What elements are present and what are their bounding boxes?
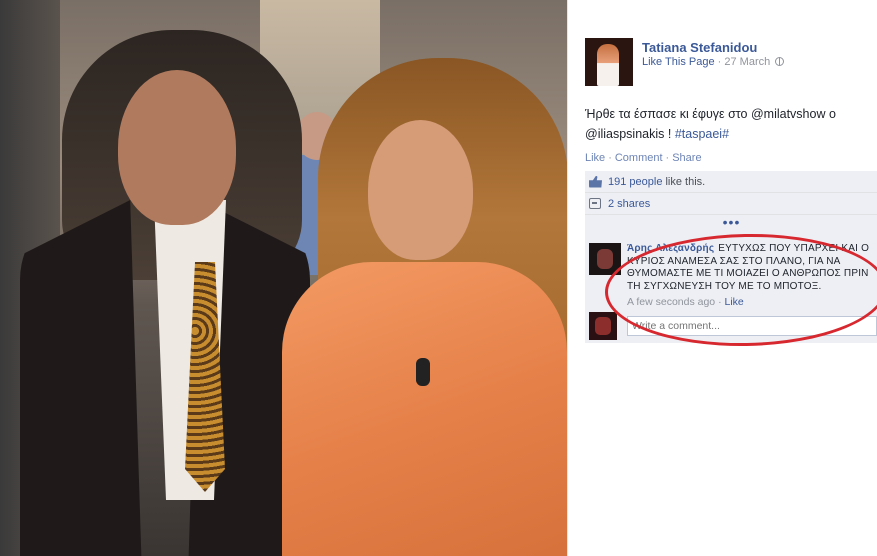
post-hashtag[interactable]: #taspaei# (675, 127, 729, 141)
likes-count-link[interactable]: 191 people (608, 176, 662, 188)
comment-body: Άρης Αλεξανδρής ΕΥΤΥΧΩΣ ΠΟΥ ΥΠΑΡΧΕΙ ΚΑΙ Ο… (627, 243, 875, 293)
action-separator: · (665, 152, 670, 164)
page-avatar[interactable] (585, 38, 633, 86)
like-page-link[interactable]: Like This Page (642, 56, 715, 68)
action-separator: · (608, 152, 612, 164)
share-action[interactable]: Share (672, 152, 701, 164)
comment-like-link[interactable]: Like (725, 296, 744, 308)
post-photo[interactable] (0, 0, 567, 556)
commenter-avatar[interactable] (589, 243, 621, 275)
page-name-link[interactable]: Tatiana Stefanidou (642, 40, 757, 55)
comment-meta-separator: · (718, 296, 722, 308)
photo-man-face (118, 70, 236, 225)
likes-suffix: like this. (665, 175, 706, 188)
comment-time[interactable]: A few seconds ago (627, 296, 715, 308)
comment-action[interactable]: Comment (615, 152, 663, 164)
post-meta: Like This Page · 27 March (642, 56, 785, 68)
comment-input[interactable] (627, 316, 877, 336)
post-text: Ήρθε τα έσπασε κι έφυγε στο @milatvshow … (585, 104, 870, 144)
comment-meta: A few seconds ago · Like (627, 296, 744, 308)
post-actions: Like · Comment · Share (585, 152, 702, 164)
share-icon (589, 198, 601, 209)
photo-woman-dress (282, 262, 567, 556)
thumb-icon (589, 175, 602, 188)
feedback-box: 191 people like this. 2 shares ••• Άρης … (585, 171, 877, 343)
like-action[interactable]: Like (585, 152, 605, 164)
post-panel: Tatiana Stefanidou Like This Page · 27 M… (567, 0, 877, 556)
photo-woman-face (368, 120, 473, 260)
meta-separator: · (717, 56, 722, 68)
shares-link[interactable]: 2 shares (608, 198, 650, 210)
shares-row: 2 shares (585, 193, 877, 215)
likes-row: 191 people like this. (585, 171, 877, 193)
comment-item: Άρης Αλεξανδρής ΕΥΤΥΧΩΣ ΠΟΥ ΥΠΑΡΧΕΙ ΚΑΙ Ο… (585, 237, 877, 309)
photo-microphone (416, 358, 430, 386)
post-date[interactable]: 27 March (724, 56, 770, 68)
comment-author-link[interactable]: Άρης Αλεξανδρής (627, 243, 714, 254)
view-more-comments[interactable]: ••• (585, 215, 877, 237)
globe-icon (775, 57, 785, 66)
comment-composer (585, 309, 877, 343)
viewer-avatar (589, 312, 617, 340)
